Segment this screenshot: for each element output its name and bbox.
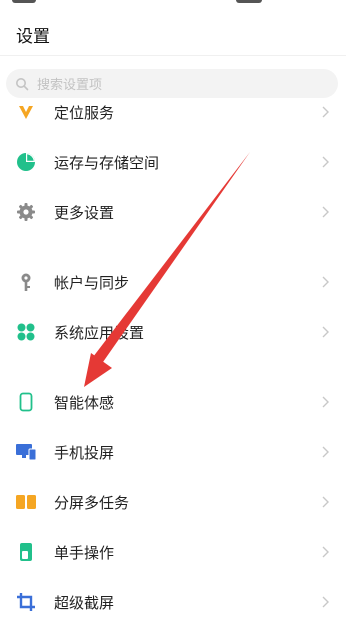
- one-hand-icon: [15, 541, 37, 563]
- chevron-right-icon: [322, 326, 329, 338]
- settings-item-label: 智能体感: [54, 393, 115, 412]
- phone-outline-icon: [15, 391, 37, 413]
- chevron-right-icon: [322, 206, 329, 218]
- status-bar-right: [236, 0, 262, 3]
- settings-item-location[interactable]: 定位服务: [0, 98, 346, 126]
- settings-item-label: 单手操作: [54, 543, 115, 562]
- settings-item-super-screenshot[interactable]: 超级截屏: [0, 579, 346, 625]
- settings-item-label: 帐户与同步: [54, 273, 130, 292]
- pie-chart-icon: [15, 151, 37, 173]
- status-bar: [0, 0, 346, 12]
- chevron-right-icon: [322, 546, 329, 558]
- apps-icon: [15, 321, 37, 343]
- chevron-right-icon: [322, 276, 329, 288]
- settings-item-more[interactable]: 更多设置: [0, 189, 346, 235]
- page-title: 设置: [16, 27, 50, 47]
- chevron-right-icon: [322, 396, 329, 408]
- settings-item-label: 系统应用设置: [54, 323, 145, 342]
- crop-icon: [15, 591, 37, 613]
- key-icon: [15, 271, 37, 293]
- gear-icon: [15, 201, 37, 223]
- settings-item-label: 运存与存储空间: [54, 153, 160, 172]
- settings-item-screen-cast[interactable]: 手机投屏: [0, 429, 346, 475]
- search-placeholder: 搜索设置项: [37, 78, 103, 93]
- settings-item-smart-motion[interactable]: 智能体感: [0, 379, 346, 425]
- settings-item-storage[interactable]: 运存与存储空间: [0, 139, 346, 185]
- settings-item-label: 定位服务: [54, 103, 115, 122]
- settings-item-system-apps[interactable]: 系统应用设置: [0, 309, 346, 355]
- list-clip: 定位服务: [0, 98, 346, 126]
- chevron-right-icon: [322, 446, 329, 458]
- title-divider: [0, 55, 346, 56]
- settings-item-label: 分屏多任务: [54, 493, 130, 512]
- chevron-right-icon: [322, 596, 329, 608]
- chevron-right-icon: [322, 156, 329, 168]
- settings-item-one-hand[interactable]: 单手操作: [0, 529, 346, 575]
- location-icon: [15, 101, 37, 123]
- search-icon: [16, 77, 29, 90]
- settings-item-split-screen[interactable]: 分屏多任务: [0, 479, 346, 525]
- settings-item-label: 超级截屏: [54, 593, 115, 612]
- status-bar-left: [12, 0, 36, 3]
- settings-item-accounts[interactable]: 帐户与同步: [0, 259, 346, 305]
- settings-item-label: 手机投屏: [54, 443, 115, 462]
- settings-item-label: 更多设置: [54, 203, 115, 222]
- screen-cast-icon: [15, 441, 37, 463]
- chevron-right-icon: [322, 496, 329, 508]
- chevron-right-icon: [322, 106, 329, 118]
- split-screen-icon: [15, 491, 37, 513]
- search-input[interactable]: 搜索设置项: [6, 69, 338, 98]
